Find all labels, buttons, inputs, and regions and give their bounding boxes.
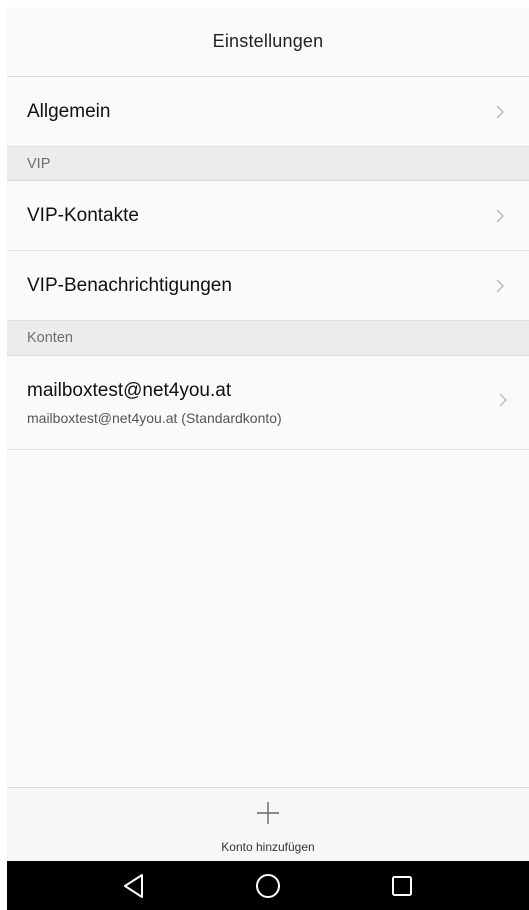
system-navigation-bar [7,861,529,910]
add-account-label: Konto hinzufügen [221,840,315,854]
section-header-label: Konten [27,330,73,346]
settings-item-label: VIP-Kontakte [27,204,139,226]
title-bar: Einstellungen [7,7,529,77]
section-header-accounts: Konten [7,321,529,356]
chevron-right-icon [493,276,507,296]
section-header-label: VIP [27,155,51,172]
section-header-vip: VIP [7,147,529,181]
add-account-button[interactable]: Konto hinzufügen [221,788,315,854]
settings-item-label: VIP-Benachrichtigungen [27,274,232,296]
back-triangle-icon[interactable] [114,866,154,906]
recents-square-icon[interactable] [382,866,422,906]
settings-item-label: Allgemein [27,100,111,122]
settings-item-general[interactable]: Allgemein [7,77,529,147]
home-circle-icon[interactable] [248,866,288,906]
settings-item-vip-contacts[interactable]: VIP-Kontakte [7,181,529,251]
bottom-action-bar: Konto hinzufügen [7,787,529,861]
page-title: Einstellungen [212,31,324,51]
account-email: mailboxtest@net4you.at [27,379,232,401]
settings-screen: Einstellungen Allgemein VIP VIP-Kontakte… [7,7,529,910]
chevron-right-icon [499,393,507,412]
chevron-right-icon [493,102,507,122]
account-subtitle: mailboxtest@net4you.at (Standardkonto) [27,409,282,426]
chevron-right-icon [493,206,507,226]
account-item[interactable]: mailboxtest@net4you.at mailboxtest@net4y… [7,356,529,450]
plus-icon [255,800,281,826]
settings-item-vip-notifications[interactable]: VIP-Benachrichtigungen [7,251,529,321]
account-texts: mailboxtest@net4you.at mailboxtest@net4y… [27,380,499,426]
